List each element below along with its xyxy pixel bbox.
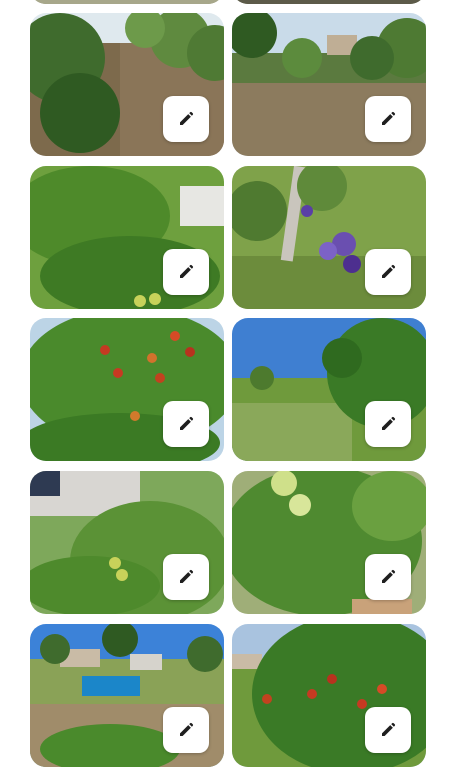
edit-button[interactable] (365, 401, 411, 447)
pencil-icon (180, 264, 194, 278)
photo-grid (0, 0, 455, 768)
photo-tile-partial-left[interactable] (30, 0, 224, 4)
photo-tile-partial-right[interactable] (232, 0, 426, 4)
pencil-icon (382, 416, 396, 430)
photo-tile-10[interactable] (232, 624, 426, 767)
pencil-icon (180, 416, 194, 430)
pencil-icon (382, 264, 396, 278)
photo-tile-1[interactable] (30, 13, 224, 156)
photo-tile-4[interactable] (232, 166, 426, 309)
pencil-icon (382, 722, 396, 736)
pencil-icon (382, 569, 396, 583)
edit-button[interactable] (163, 96, 209, 142)
photo (30, 0, 224, 4)
photo (232, 0, 426, 4)
edit-button[interactable] (163, 401, 209, 447)
edit-button[interactable] (365, 96, 411, 142)
pencil-icon (180, 111, 194, 125)
edit-button[interactable] (163, 554, 209, 600)
edit-button[interactable] (365, 249, 411, 295)
pencil-icon (180, 722, 194, 736)
edit-button[interactable] (163, 707, 209, 753)
edit-button[interactable] (365, 707, 411, 753)
photo-tile-9[interactable] (30, 624, 224, 767)
photo-tile-3[interactable] (30, 166, 224, 309)
edit-button[interactable] (365, 554, 411, 600)
pencil-icon (382, 111, 396, 125)
photo-tile-6[interactable] (232, 318, 426, 461)
photo-tile-2[interactable] (232, 13, 426, 156)
photo-tile-5[interactable] (30, 318, 224, 461)
photo-tile-7[interactable] (30, 471, 224, 614)
photo-tile-8[interactable] (232, 471, 426, 614)
edit-button[interactable] (163, 249, 209, 295)
pencil-icon (180, 569, 194, 583)
